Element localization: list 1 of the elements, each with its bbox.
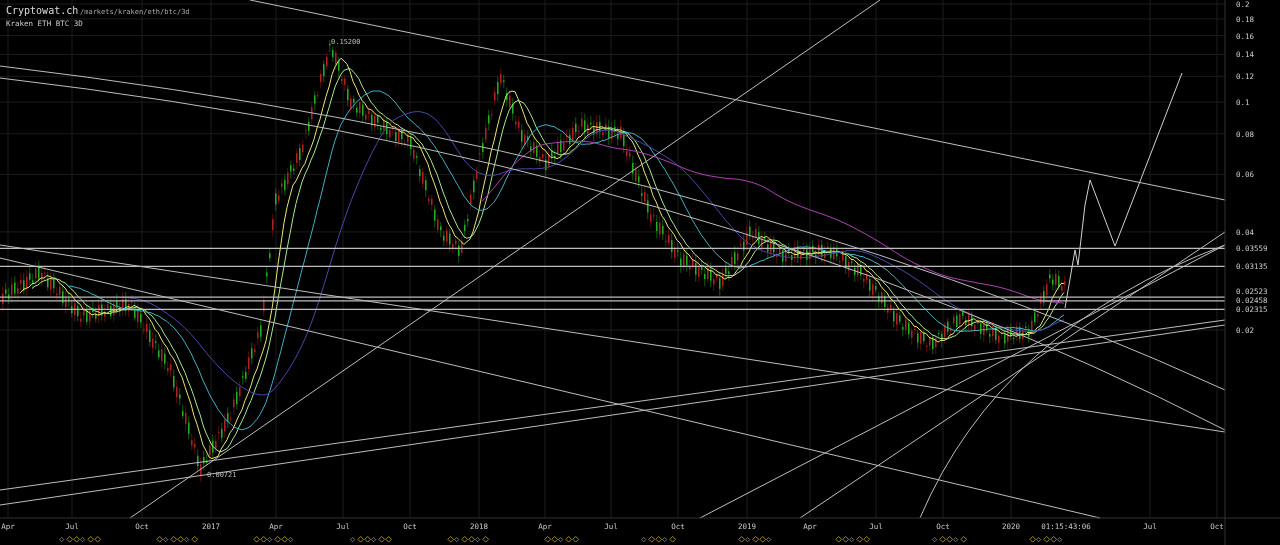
- site-title: Cryptowat.ch: [6, 5, 79, 16]
